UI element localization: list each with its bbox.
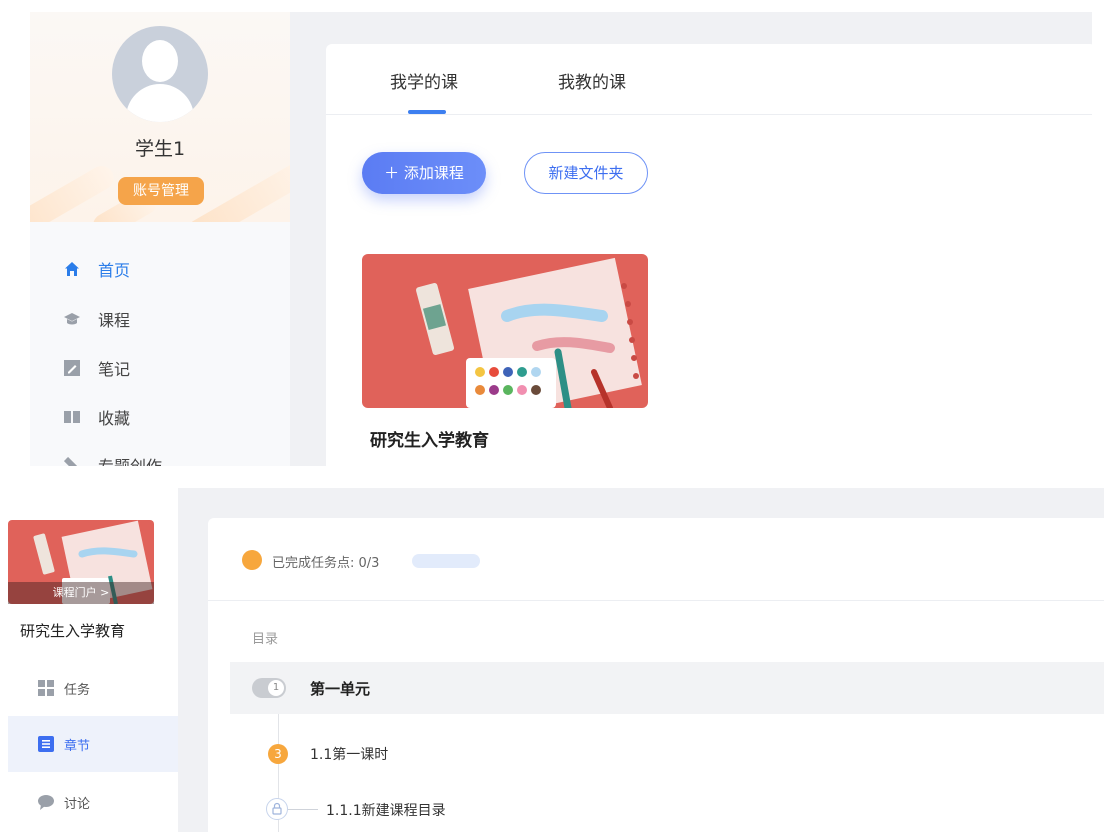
account-management-button[interactable]: 账号管理 xyxy=(118,177,204,205)
progress-dot xyxy=(242,550,262,570)
lesson-title[interactable]: 1.1第一课时 xyxy=(310,744,388,764)
unit-collapse-toggle[interactable]: 1 xyxy=(252,678,286,698)
add-course-button[interactable]: ＋ 添加课程 xyxy=(362,152,486,194)
chat-icon xyxy=(38,794,54,810)
avatar[interactable] xyxy=(112,26,208,122)
book-icon xyxy=(64,409,80,425)
bottom-screenshot: 课程门户 > 研究生入学教育 任务 章节 讨论 已完成任务点: 0/3 目录 1… xyxy=(8,488,1104,832)
nav-label: 收藏 xyxy=(98,409,131,428)
nav-item-topic-creation[interactable]: 专题创作 xyxy=(63,452,162,466)
home-icon xyxy=(64,261,80,277)
nav-label: 任务 xyxy=(64,682,91,698)
progress-text: 已完成任务点: 0/3 xyxy=(272,556,380,571)
nav-label: 课程 xyxy=(98,311,131,330)
add-course-label: 添加课程 xyxy=(403,164,464,182)
lock-icon xyxy=(266,798,288,820)
list-icon xyxy=(38,736,54,752)
nav-item-chapters[interactable]: 章节 xyxy=(8,716,178,772)
tab-divider xyxy=(326,114,1092,115)
note-icon xyxy=(64,360,80,376)
toc-label: 目录 xyxy=(252,632,279,647)
tree-connector xyxy=(288,809,318,810)
course-portal-link[interactable]: 课程门户 > xyxy=(8,582,154,604)
course-sidebar: 课程门户 > 研究生入学教育 任务 章节 讨论 xyxy=(8,488,178,832)
tab-my-teaching[interactable]: 我教的课 xyxy=(558,68,626,93)
mortarboard-icon xyxy=(64,311,80,327)
lesson-task-count-badge: 3 xyxy=(268,744,288,764)
new-folder-button[interactable]: 新建文件夹 xyxy=(524,152,648,194)
nav-label: 章节 xyxy=(64,738,91,754)
nav-label: 讨论 xyxy=(64,796,91,812)
profile-card: 学生1 账号管理 xyxy=(30,12,290,222)
top-screenshot: 学生1 账号管理 首页 课程 笔记 收藏 我学的课 我教的课 ＋ 添加课程 新建… xyxy=(30,12,1092,466)
nav-item-favorites[interactable]: 收藏 xyxy=(64,404,130,430)
nav-item-notes[interactable]: 笔记 xyxy=(64,355,130,381)
nav-item-home[interactable]: 首页 xyxy=(64,256,130,282)
unit-title: 第一单元 xyxy=(310,680,371,698)
unit-number: 1 xyxy=(268,680,284,696)
course-title[interactable]: 研究生入学教育 xyxy=(370,426,489,451)
tab-my-learning[interactable]: 我学的课 xyxy=(390,68,458,93)
chapter-panel: 已完成任务点: 0/3 目录 1 第一单元 3 1.1第一课时 1.1.1新建课… xyxy=(208,518,1104,832)
nav-item-tasks[interactable]: 任务 xyxy=(8,660,178,716)
progress-bar xyxy=(412,554,480,568)
course-card-image[interactable] xyxy=(362,254,648,408)
plus-icon: ＋ xyxy=(384,164,404,182)
sidebar: 学生1 账号管理 首页 课程 笔记 收藏 xyxy=(30,12,290,466)
unit-row[interactable]: 1 第一单元 xyxy=(230,662,1104,714)
nav-label: 首页 xyxy=(98,261,131,280)
username: 学生1 xyxy=(134,138,186,160)
grid-icon xyxy=(38,680,54,696)
nav-label: 笔记 xyxy=(98,360,131,379)
nav-item-course[interactable]: 课程 xyxy=(64,306,130,332)
course-title: 研究生入学教育 xyxy=(20,622,126,640)
nav-item-discussion[interactable]: 讨论 xyxy=(8,774,178,830)
tools-icon xyxy=(63,456,80,466)
nav-label: 专题创作 xyxy=(98,453,162,466)
divider xyxy=(208,600,1104,601)
sublesson-title[interactable]: 1.1.1新建课程目录 xyxy=(326,800,446,820)
